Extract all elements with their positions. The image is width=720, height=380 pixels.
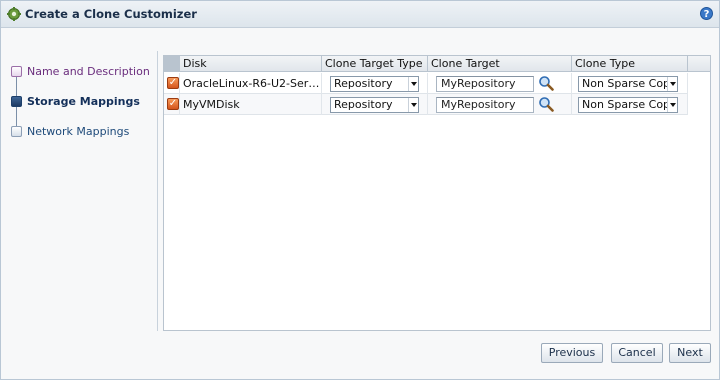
clone-target-cell: MyRepository — [428, 94, 572, 115]
panel-divider — [157, 51, 158, 331]
chevron-down-icon — [408, 98, 418, 112]
clone-target-field[interactable]: MyRepository — [436, 76, 534, 92]
clone-type-cell: Non Sparse Copy — [572, 73, 688, 94]
chevron-down-icon — [667, 77, 677, 91]
train-step-label: Network Mappings — [27, 125, 130, 138]
title-bar: Create a Clone Customizer ? — [1, 1, 719, 28]
table-row[interactable]: ✓ OracleLinux-R6-U2-Server-x86_64-DVD.is… — [164, 73, 688, 94]
train-step-marker — [11, 96, 22, 107]
select-value: Non Sparse Copy — [582, 98, 677, 111]
disk-name: MyVMDisk — [183, 98, 240, 111]
wizard-train: Name and Description Storage Mappings Ne… — [1, 55, 153, 335]
chevron-down-icon — [408, 77, 418, 91]
clone-customizer-dialog: Create a Clone Customizer ? Name and Des… — [0, 0, 720, 380]
clone-target-type-select[interactable]: Repository — [330, 97, 419, 113]
disk-name: OracleLinux-R6-U2-Server-x86_64-DVD.iso — [183, 77, 323, 90]
train-step-label: Name and Description — [27, 65, 150, 78]
train-step-marker — [11, 126, 22, 137]
dialog-title: Create a Clone Customizer — [25, 7, 197, 21]
select-value: Repository — [334, 98, 393, 111]
column-header-clone-target-type[interactable]: Clone Target Type — [322, 56, 428, 72]
column-header-clone-target[interactable]: Clone Target — [428, 56, 572, 72]
chevron-down-icon — [667, 98, 677, 112]
clone-type-select[interactable]: Non Sparse Copy — [578, 76, 678, 92]
disk-cell: OracleLinux-R6-U2-Server-x86_64-DVD.iso — [180, 73, 323, 94]
storage-mappings-table: Disk Clone Target Type Clone Target Clon… — [163, 55, 711, 331]
select-value: Non Sparse Copy — [582, 77, 677, 90]
help-icon[interactable]: ? — [700, 7, 713, 20]
clone-target-cell: MyRepository — [428, 73, 572, 94]
previous-button[interactable]: Previous — [541, 343, 603, 363]
next-button[interactable]: Next — [669, 343, 711, 363]
table-header: Disk Clone Target Type Clone Target Clon… — [164, 56, 710, 72]
select-all-header[interactable] — [164, 56, 180, 72]
disk-cell: MyVMDisk — [180, 94, 322, 115]
row-checkbox-cell: ✓ — [164, 94, 180, 115]
clone-target-type-select[interactable]: Repository — [330, 76, 419, 92]
clone-target-type-cell: Repository — [322, 73, 428, 94]
row-checkbox-cell: ✓ — [164, 73, 180, 94]
train-step-label: Storage Mappings — [27, 95, 140, 108]
train-step-marker — [11, 66, 22, 77]
column-header-clone-type[interactable]: Clone Type — [572, 56, 688, 72]
clone-type-select[interactable]: Non Sparse Copy — [578, 97, 678, 113]
clone-target-field[interactable]: MyRepository — [436, 97, 534, 113]
clone-type-cell: Non Sparse Copy — [572, 94, 688, 115]
column-header-disk[interactable]: Disk — [180, 56, 322, 72]
table-row[interactable]: ✓ MyVMDisk Repository MyRepository Non S… — [164, 94, 688, 115]
row-checkbox[interactable]: ✓ — [167, 98, 179, 110]
row-checkbox[interactable]: ✓ — [167, 77, 179, 89]
clone-target-type-cell: Repository — [322, 94, 428, 115]
cancel-button[interactable]: Cancel — [611, 343, 663, 363]
gear-clone-icon — [7, 7, 21, 21]
select-value: Repository — [334, 77, 393, 90]
search-icon[interactable] — [538, 96, 554, 112]
search-icon[interactable] — [538, 75, 554, 91]
